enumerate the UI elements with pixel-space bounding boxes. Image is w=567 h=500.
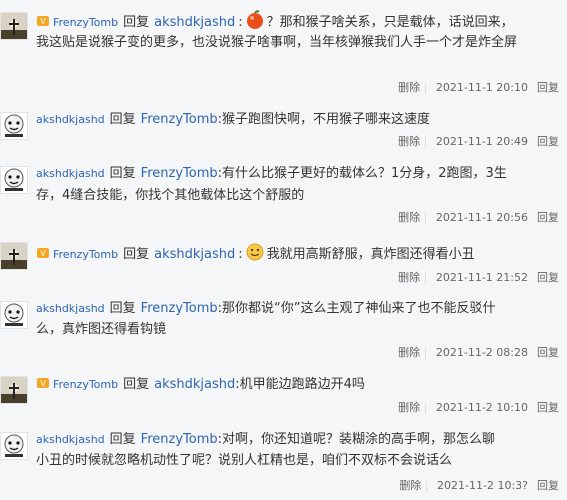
delete-link[interactable]: 删除	[399, 479, 421, 492]
svg-text:V: V	[40, 249, 46, 258]
svg-text:V: V	[40, 17, 46, 26]
comment-meta: 删除 | 2021-11-2 10:10	[398, 398, 533, 418]
reply-word: 回复	[109, 301, 136, 316]
colon: :	[238, 15, 243, 30]
comment-head: V FrenzyTomb 回复 akshdkjashd:机甲能边跑路边开4吗	[36, 374, 365, 396]
avatar[interactable]	[0, 301, 28, 329]
meta-separator: |	[424, 479, 429, 492]
meta-separator: |	[423, 271, 428, 284]
comment-time: 2021-11-1 20:56	[435, 211, 528, 224]
reply-target[interactable]: akshdkjashd	[154, 377, 235, 392]
comment-item: V FrenzyTomb 回复 akshdkjashd: ？那和猴子啥关系，只是载体，话…	[0, 6, 567, 100]
meta-separator: |	[423, 81, 428, 94]
comment-meta: 删除 | 2021-11-1 21:52	[398, 268, 533, 288]
comment-author[interactable]: akshdkjashd	[36, 302, 105, 315]
reply-link[interactable]: 回复	[537, 476, 559, 496]
comment-time: 2021-11-2 08:28	[435, 346, 528, 359]
reply-word: 回复	[123, 377, 150, 392]
comment-text: :对啊，你还知道呢？装糊涂的高手啊，那怎么聊	[217, 432, 496, 447]
comment-text: :机甲能边跑路边开4吗	[235, 377, 365, 392]
reply-target[interactable]: FrenzyTomb	[141, 166, 218, 181]
reply-thread: V FrenzyTomb 回复 akshdkjashd: ？那和猴子啥关系，只是载体，话…	[0, 0, 567, 500]
comment-author[interactable]: FrenzyTomb	[53, 248, 118, 261]
avatar[interactable]	[0, 166, 28, 194]
comment-text-cont: 存，4缝合技能，你找个其他载体比这个舒服的	[36, 188, 305, 203]
delete-link[interactable]: 删除	[398, 401, 420, 414]
comment-meta: 删除 | 2021-11-1 20:56	[398, 208, 533, 228]
comment-item: akshdkjashd 回复 FrenzyTomb:有什么比猴子更好的载体么？1分身…	[0, 162, 567, 230]
comment-head: V FrenzyTomb 回复 akshdkjashd: 我就用高斯舒服，真炸图还得看小…	[36, 242, 475, 264]
avatar[interactable]	[0, 376, 28, 404]
comment-meta: 删除 | 2021-11-2 10:3?	[399, 476, 533, 496]
comment-text-cont: 么，真炸图还得看钩镜	[36, 322, 167, 337]
reply-word: 回复	[123, 15, 150, 30]
meta-separator: |	[423, 135, 428, 148]
reply-target[interactable]: akshdkjashd	[154, 247, 235, 262]
comment-item: V FrenzyTomb 回复 akshdkjashd:机甲能边跑路边开4吗 删除 |…	[0, 372, 567, 420]
comment-text: 我就用高斯舒服，真炸图还得看小丑	[266, 247, 475, 262]
reply-link[interactable]: 回复	[537, 78, 559, 98]
comment-meta: 删除 | 2021-11-2 08:28	[398, 343, 533, 363]
comment-meta: 删除 | 2021-11-1 20:10	[398, 78, 533, 98]
comment-author[interactable]: FrenzyTomb	[53, 16, 118, 29]
reply-word: 回复	[123, 247, 150, 262]
avatar[interactable]	[0, 242, 28, 270]
reply-link[interactable]: 回复	[537, 343, 559, 363]
comment-author[interactable]: FrenzyTomb	[53, 378, 118, 391]
comment-author[interactable]: akshdkjashd	[36, 167, 105, 180]
meta-separator: |	[423, 346, 428, 359]
reply-link[interactable]: 回复	[537, 132, 559, 152]
reply-target[interactable]: akshdkjashd	[154, 15, 235, 30]
reply-target[interactable]: FrenzyTomb	[141, 301, 218, 316]
comment-item: akshdkjashd 回复 FrenzyTomb:对啊，你还知道呢？装糊涂的高手啊…	[0, 428, 567, 500]
comment-head: akshdkjashd 回复 FrenzyTomb:猴子跑图快啊，不用猴子哪来这速度	[36, 109, 430, 131]
comment-head: akshdkjashd 回复 FrenzyTomb:有什么比猴子更好的载体么？1分身…	[36, 163, 507, 185]
reply-target[interactable]: FrenzyTomb	[141, 112, 218, 127]
svg-text:V: V	[40, 379, 46, 388]
delete-link[interactable]: 删除	[398, 211, 420, 224]
reply-word: 回复	[109, 432, 136, 447]
reply-link[interactable]: 回复	[537, 398, 559, 418]
delete-link[interactable]: 删除	[398, 81, 420, 94]
reply-link[interactable]: 回复	[537, 268, 559, 288]
comment-item: akshdkjashd 回复 FrenzyTomb:那你都说“你”这么主观了神仙来了…	[0, 297, 567, 363]
comment-time: 2021-11-1 20:10	[435, 81, 528, 94]
vip-badge-icon: V	[36, 376, 50, 398]
comment-time: 2021-11-1 20:49	[435, 135, 528, 148]
avatar[interactable]	[0, 112, 28, 140]
meta-separator: |	[423, 401, 428, 414]
comment-text: :猴子跑图快啊，不用猴子哪来这速度	[217, 112, 431, 127]
comment-head: akshdkjashd 回复 FrenzyTomb:那你都说“你”这么主观了神仙来了…	[36, 298, 495, 320]
comment-author[interactable]: akshdkjashd	[36, 113, 105, 126]
comment-item: akshdkjashd 回复 FrenzyTomb:猴子跑图快啊，不用猴子哪来这速度…	[0, 108, 567, 152]
reply-target[interactable]: FrenzyTomb	[141, 432, 218, 447]
vip-badge-icon: V	[36, 246, 50, 268]
comment-head: V FrenzyTomb 回复 akshdkjashd: ？那和猴子啥关系，只是载体，话…	[36, 10, 514, 32]
comment-text: :有什么比猴子更好的载体么？1分身，2跑图，3生	[217, 166, 507, 181]
colon: :	[238, 247, 243, 262]
comment-text: :那你都说“你”这么主观了神仙来了也不能反驳什	[217, 301, 496, 316]
comment-head: akshdkjashd 回复 FrenzyTomb:对啊，你还知道呢？装糊涂的高手啊…	[36, 429, 495, 451]
comment-text-cont: 小丑的时候就忽略机动性了呢？说别人杠精也是，咱们不双标不会说话么	[36, 453, 453, 468]
comment-text-cont: 我这贴是说猴子变的更多，也没说猴子啥事啊，当年核弹猴我们人手一个才是炸全屏	[36, 35, 518, 50]
comment-time: 2021-11-2 10:3?	[437, 479, 528, 492]
delete-link[interactable]: 删除	[398, 271, 420, 284]
avatar[interactable]	[0, 12, 28, 40]
comment-author[interactable]: akshdkjashd	[36, 433, 105, 446]
reply-word: 回复	[109, 112, 136, 127]
comment-time: 2021-11-2 10:10	[435, 401, 528, 414]
comment-text: ？那和猴子啥关系，只是载体，话说回来，	[266, 15, 514, 30]
avatar[interactable]	[0, 432, 28, 460]
meta-separator: |	[423, 211, 428, 224]
delete-link[interactable]: 删除	[398, 135, 420, 148]
comment-meta: 删除 | 2021-11-1 20:49	[398, 132, 533, 152]
reply-link[interactable]: 回复	[537, 208, 559, 228]
smile-emoji-icon	[245, 242, 265, 270]
reply-word: 回复	[109, 166, 136, 181]
comment-time: 2021-11-1 21:52	[435, 271, 528, 284]
comment-item: V FrenzyTomb 回复 akshdkjashd: 我就用高斯舒服，真炸图还得看小…	[0, 238, 567, 288]
delete-link[interactable]: 删除	[398, 346, 420, 359]
